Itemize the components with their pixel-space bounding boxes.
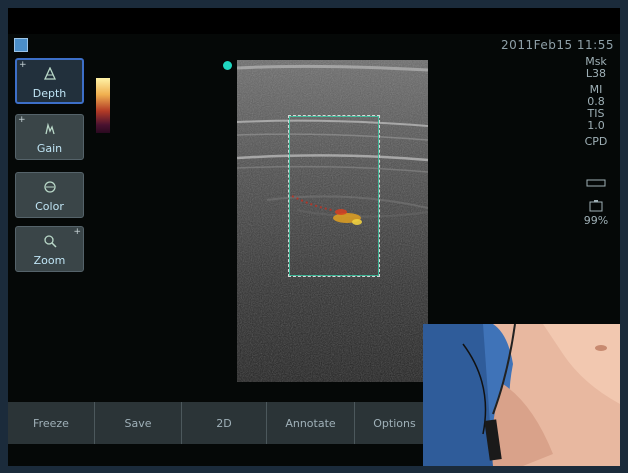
depth-plus-indicator: + xyxy=(19,60,27,70)
camera-inset xyxy=(423,324,620,466)
freeze-button[interactable]: Freeze xyxy=(8,402,95,444)
gain-button[interactable]: + Gain xyxy=(15,114,84,160)
parameter-panel: Msk L38 MI 0.8 TIS 1.0 CPD 99% xyxy=(574,56,618,227)
zoom-plus-indicator: + xyxy=(73,227,81,237)
options-label: Options xyxy=(373,416,416,430)
tis-value: 1.0 xyxy=(587,119,605,132)
depth-icon xyxy=(17,66,82,85)
gain-icon xyxy=(16,122,83,140)
save-button[interactable]: Save xyxy=(95,402,182,444)
annotate-label: Annotate xyxy=(285,416,336,430)
mode-label: CPD xyxy=(584,135,608,148)
probe-label: L38 xyxy=(585,67,607,80)
probe-status-icon xyxy=(574,178,618,190)
freeze-label: Freeze xyxy=(33,416,69,430)
zoom-label: Zoom xyxy=(33,254,66,267)
date-time: 2011Feb15 11:55 xyxy=(501,38,614,52)
top-strip xyxy=(8,8,620,34)
camera-feed-image xyxy=(423,324,620,466)
annotate-button[interactable]: Annotate xyxy=(267,402,355,444)
probe-orientation-marker xyxy=(223,61,232,70)
color-button[interactable]: Color xyxy=(15,172,84,218)
depth-label: Depth xyxy=(32,87,67,100)
save-label: Save xyxy=(124,416,152,430)
gain-plus-indicator: + xyxy=(18,115,26,125)
doppler-color-bar xyxy=(96,78,110,133)
color-icon xyxy=(16,180,83,198)
ultrasound-screen: 2011Feb15 11:55 + Depth + Gain Color + Z… xyxy=(8,8,620,466)
system-logo-icon xyxy=(14,38,28,52)
zoom-button[interactable]: + Zoom xyxy=(15,226,84,272)
depth-button[interactable]: + Depth xyxy=(15,58,84,104)
gain-label: Gain xyxy=(36,142,63,155)
2d-label: 2D xyxy=(216,416,232,430)
2d-button[interactable]: 2D xyxy=(182,402,267,444)
battery-icon xyxy=(574,200,618,215)
color-label: Color xyxy=(35,200,64,213)
battery-percent: 99% xyxy=(583,214,609,227)
color-roi-outline xyxy=(289,116,379,276)
